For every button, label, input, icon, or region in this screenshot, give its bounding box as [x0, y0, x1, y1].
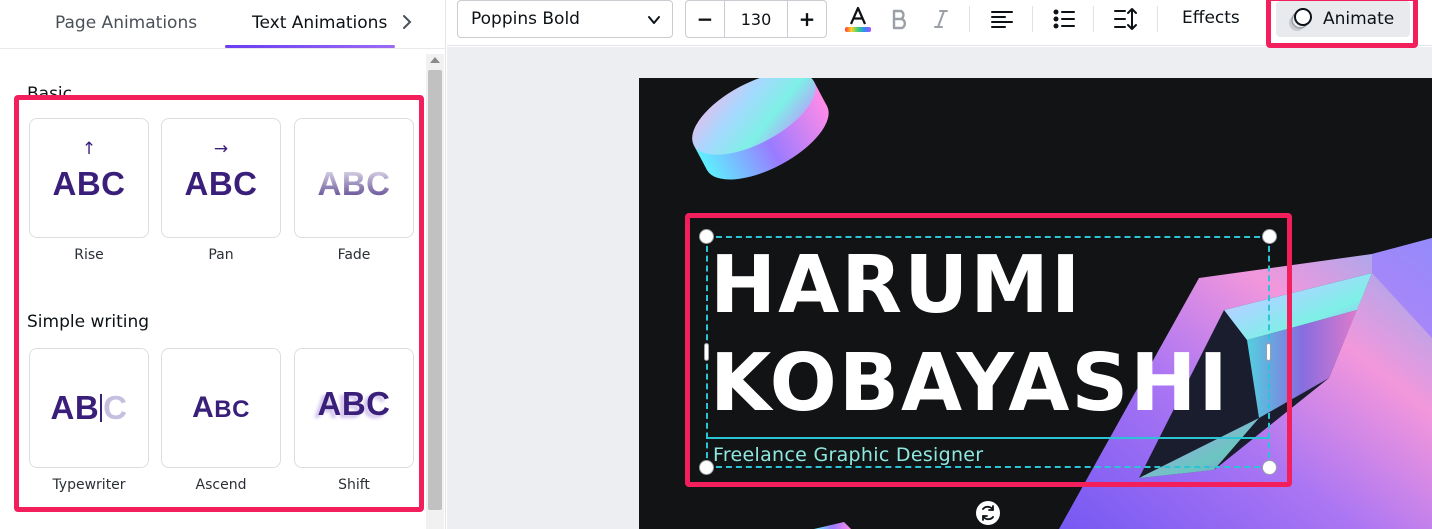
- chevron-down-icon: [648, 16, 660, 24]
- text-toolbar: Poppins Bold − 130 + Effects Animate: [447, 0, 1432, 46]
- animation-card-ascend[interactable]: ABC: [161, 348, 281, 468]
- section-title-basic: Basic: [27, 84, 73, 104]
- preview-text: ABC: [317, 165, 391, 202]
- resize-handle-bottom-right[interactable]: [1262, 460, 1277, 475]
- toolbar-divider: [969, 6, 970, 32]
- animation-card-shift[interactable]: ABC ABC: [294, 348, 414, 468]
- font-size-input[interactable]: 130: [724, 1, 788, 37]
- preview-large: A: [192, 391, 215, 424]
- resize-handle-top-right[interactable]: [1262, 229, 1277, 244]
- align-left-icon[interactable]: [989, 4, 1015, 34]
- line-spacing-icon[interactable]: [1113, 4, 1139, 34]
- resize-handle-right[interactable]: [1266, 343, 1271, 361]
- font-size-stepper: − 130 +: [685, 0, 827, 38]
- animations-panel: Page Animations Text Animations Basic ↑ …: [0, 0, 446, 529]
- preview-text: ABC ABC: [314, 385, 391, 425]
- text-color-icon[interactable]: [843, 4, 873, 34]
- animation-label-shift: Shift: [338, 477, 370, 493]
- preview-typed: AB: [50, 389, 100, 426]
- animation-label-pan: Pan: [208, 247, 234, 263]
- font-family-dropdown[interactable]: Poppins Bold: [457, 0, 673, 38]
- preview-ghost: C: [103, 389, 128, 426]
- italic-icon[interactable]: [929, 4, 953, 34]
- bold-icon[interactable]: [887, 4, 913, 34]
- toolbar-divider: [1157, 6, 1158, 32]
- arrow-right-icon: →: [213, 139, 229, 159]
- animation-card-pan[interactable]: → ABC: [161, 118, 281, 238]
- tab-text-animations[interactable]: Text Animations: [252, 12, 387, 34]
- preview-text: ABC: [50, 389, 127, 427]
- font-family-value: Poppins Bold: [471, 9, 580, 29]
- list-icon[interactable]: [1051, 4, 1077, 34]
- increase-font-size-button[interactable]: +: [788, 1, 826, 37]
- preview-text: ABC: [184, 165, 258, 202]
- preview-small: BC: [214, 396, 250, 423]
- animation-label-typewriter: Typewriter: [52, 477, 126, 493]
- preview-main: ABC: [317, 385, 391, 422]
- chevron-right-icon[interactable]: [398, 8, 418, 36]
- design-name-line-2[interactable]: KOBAYASHI: [710, 344, 1230, 423]
- animation-card-fade[interactable]: ABC: [294, 118, 414, 238]
- toolbar-divider: [1032, 6, 1033, 32]
- toolbar-divider: [1093, 6, 1094, 32]
- rotate-icon[interactable]: [976, 501, 1000, 525]
- effects-button[interactable]: Effects: [1182, 8, 1240, 28]
- resize-handle-bottom-left[interactable]: [699, 460, 714, 475]
- animation-card-typewriter[interactable]: AB C: [29, 348, 149, 468]
- design-canvas[interactable]: HARUMI KOBAYASHI Freelance Graphic Desig…: [639, 78, 1432, 529]
- scroll-up-arrow-icon[interactable]: [430, 57, 440, 63]
- section-title-simple-writing: Simple writing: [27, 312, 150, 332]
- tabs-divider: [0, 48, 445, 49]
- animate-label: Animate: [1323, 9, 1395, 29]
- design-subtitle[interactable]: Freelance Graphic Designer: [713, 444, 983, 466]
- animation-label-rise: Rise: [74, 247, 104, 263]
- animate-icon: [1289, 8, 1312, 31]
- animation-label-ascend: Ascend: [195, 477, 247, 493]
- design-name-line-1[interactable]: HARUMI: [710, 246, 1082, 325]
- animation-card-rise[interactable]: ↑ ABC: [29, 118, 149, 238]
- arrow-up-icon: ↑: [81, 139, 97, 159]
- animate-button[interactable]: Animate: [1276, 1, 1410, 37]
- tab-page-animations[interactable]: Page Animations: [55, 12, 197, 34]
- resize-handle-top-left[interactable]: [699, 229, 714, 244]
- decrease-font-size-button[interactable]: −: [686, 1, 724, 37]
- animation-label-fade: Fade: [337, 247, 371, 263]
- preview-text: ABC: [192, 391, 250, 425]
- resize-handle-left[interactable]: [704, 343, 709, 361]
- text-cursor: [100, 394, 103, 422]
- panel-scrollbar-thumb[interactable]: [428, 70, 442, 510]
- preview-text: ABC: [52, 165, 126, 202]
